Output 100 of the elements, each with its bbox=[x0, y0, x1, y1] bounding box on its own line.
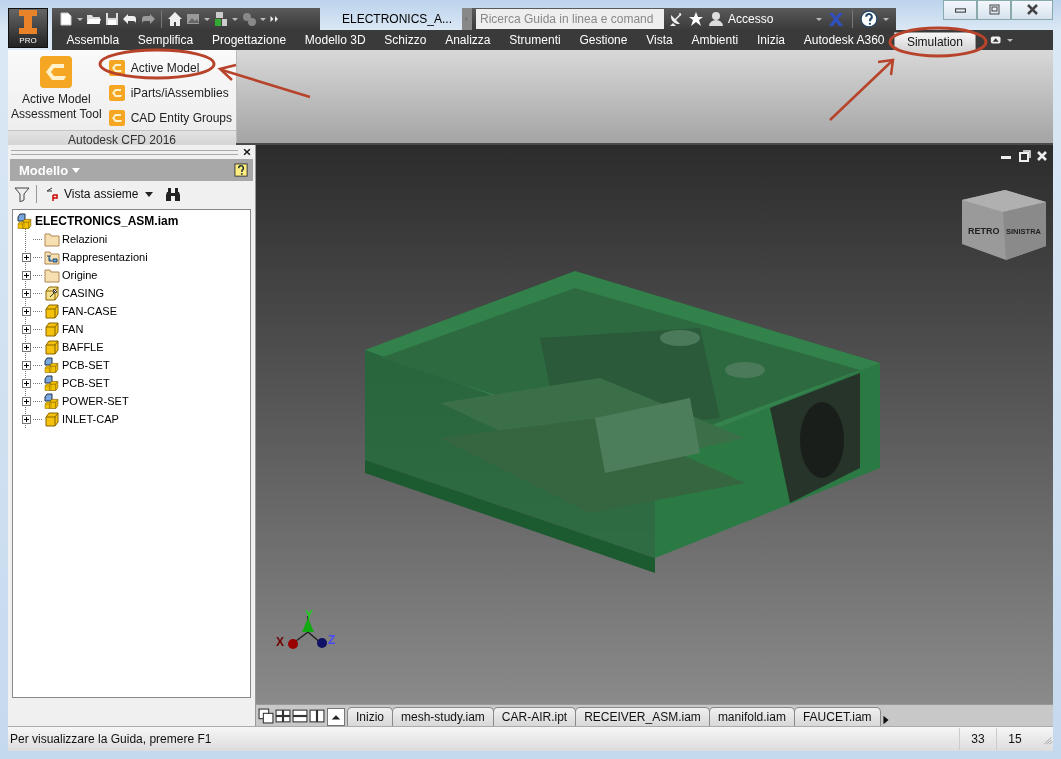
tree-item[interactable]: INLET-CAP bbox=[62, 413, 119, 425]
caret-icon[interactable] bbox=[259, 15, 267, 23]
document-tab[interactable]: RECEIVER_ASM.iam bbox=[575, 707, 710, 726]
tree-item[interactable]: Relazioni bbox=[62, 233, 108, 245]
save-icon[interactable] bbox=[104, 11, 120, 27]
caret-icon[interactable] bbox=[231, 15, 239, 23]
expand-toggle[interactable] bbox=[22, 306, 31, 316]
blocks-icon[interactable] bbox=[213, 11, 229, 27]
horizontal-split-icon[interactable] bbox=[292, 707, 308, 724]
tree-item[interactable]: Rappresentazioni bbox=[62, 251, 148, 263]
help-icon[interactable] bbox=[234, 162, 249, 178]
view-dropdown[interactable]: Vista assieme bbox=[43, 186, 160, 202]
close-button[interactable] bbox=[1011, 0, 1053, 20]
expand-toggle[interactable] bbox=[22, 378, 31, 388]
expand-toggle[interactable] bbox=[22, 414, 31, 424]
picture-icon[interactable] bbox=[185, 11, 201, 27]
ribbon-tab[interactable]: Autodesk A360 bbox=[794, 30, 894, 50]
assembly-icon bbox=[17, 213, 33, 229]
ribbon-tab[interactable]: Strumenti bbox=[499, 30, 571, 50]
new-file-icon[interactable] bbox=[58, 11, 74, 27]
view-cube-face-label[interactable]: RETRO bbox=[968, 226, 1000, 236]
window-title: ELECTRONICS_A... bbox=[342, 12, 454, 26]
close-icon[interactable] bbox=[242, 147, 252, 157]
scroll-up-button[interactable] bbox=[327, 708, 345, 726]
star-icon[interactable] bbox=[688, 11, 704, 27]
minimize-button[interactable] bbox=[943, 0, 977, 20]
expand-toggle[interactable] bbox=[22, 342, 31, 352]
vertical-split-icon[interactable] bbox=[309, 707, 325, 724]
find-icon[interactable] bbox=[165, 186, 182, 202]
cfd-logo-icon bbox=[108, 110, 125, 126]
home-icon[interactable] bbox=[167, 11, 183, 27]
overflow-icon[interactable] bbox=[269, 13, 281, 25]
tree-item[interactable]: POWER-SET bbox=[62, 395, 129, 407]
status-value: 15 bbox=[996, 728, 1033, 750]
part-icon bbox=[44, 411, 60, 427]
caret-icon[interactable] bbox=[815, 15, 824, 23]
restore-icon bbox=[986, 2, 1002, 18]
caret-icon[interactable] bbox=[1005, 36, 1014, 44]
search-field[interactable]: Ricerca Guida in linea e comand bbox=[476, 9, 664, 29]
tree-item[interactable]: FAN-CASE bbox=[62, 305, 117, 317]
ribbon-tab[interactable]: Schizzo bbox=[374, 30, 436, 50]
ribbon-tab[interactable]: Modello 3D bbox=[295, 30, 375, 50]
ribbon-tab[interactable]: Simulation bbox=[893, 32, 976, 50]
part-icon bbox=[44, 339, 60, 355]
ribbon-tab[interactable]: Inizia bbox=[747, 30, 795, 50]
status-value: 33 bbox=[959, 728, 996, 750]
ribbon-tab[interactable]: Semplifica bbox=[128, 30, 203, 50]
document-tab[interactable]: mesh-study.iam bbox=[392, 707, 494, 726]
document-tab[interactable]: CAR-AIR.ipt bbox=[492, 707, 577, 726]
ribbon-tab[interactable]: Assembla bbox=[57, 30, 129, 50]
tree-item[interactable]: PCB-SET bbox=[62, 377, 110, 389]
document-tab[interactable]: Inizio bbox=[347, 707, 393, 726]
tree-item[interactable]: CASING bbox=[62, 287, 105, 299]
expand-toggle[interactable] bbox=[22, 252, 31, 262]
ribbon-tab[interactable]: Gestione bbox=[570, 30, 637, 50]
expand-toggle[interactable] bbox=[22, 324, 31, 334]
annotation-arrow bbox=[829, 58, 895, 121]
ribbon-tab[interactable]: Analizza bbox=[435, 30, 500, 50]
expand-toggle[interactable] bbox=[22, 270, 31, 280]
tree-item[interactable]: Origine bbox=[62, 269, 98, 281]
sign-in-link[interactable]: Accesso bbox=[728, 12, 774, 26]
cascade-windows-icon[interactable] bbox=[258, 707, 274, 724]
ribbon-tab[interactable]: Vista bbox=[636, 30, 683, 50]
tree-item[interactable]: BAFFLE bbox=[62, 341, 104, 353]
caret-icon[interactable] bbox=[203, 15, 211, 23]
assembly-icon bbox=[44, 357, 60, 373]
ribbon-tab[interactable]: Ambienti bbox=[682, 30, 748, 50]
expand-toggle[interactable] bbox=[22, 360, 31, 370]
document-tab[interactable]: manifold.iam bbox=[708, 707, 795, 726]
folder-icon bbox=[44, 267, 60, 283]
tree-item[interactable]: FAN bbox=[62, 323, 84, 335]
assembly-icon bbox=[44, 375, 60, 391]
app-logo-icon bbox=[16, 9, 40, 35]
axis-label: Y bbox=[305, 608, 313, 622]
ribbon-button[interactable]: iParts/iAssemblies bbox=[104, 81, 236, 105]
spheres-icon[interactable] bbox=[241, 11, 257, 27]
tile-windows-icon[interactable] bbox=[275, 707, 291, 724]
view-cube-drawing[interactable] bbox=[962, 190, 1046, 260]
redo-icon[interactable] bbox=[140, 11, 156, 27]
document-tab[interactable]: FAUCET.iam bbox=[793, 707, 881, 726]
restore-icon[interactable] bbox=[1017, 149, 1031, 163]
tree-item[interactable]: PCB-SET bbox=[62, 359, 110, 371]
minimize-icon bbox=[954, 7, 966, 13]
tree-item[interactable]: ELECTRONICS_ASM.iam bbox=[35, 214, 179, 228]
ribbon-button[interactable]: CAD Entity Groups bbox=[104, 106, 236, 130]
caret-icon[interactable] bbox=[882, 15, 891, 23]
filter-icon[interactable] bbox=[14, 186, 30, 202]
status-message: Per visualizzare la Guida, premere F1 bbox=[9, 732, 213, 746]
help-icon[interactable] bbox=[860, 10, 879, 28]
application-menu-button[interactable]: PRO bbox=[8, 8, 48, 48]
satellite-dish-icon[interactable] bbox=[668, 11, 684, 27]
pinned-part-icon bbox=[44, 285, 60, 301]
caret-icon[interactable] bbox=[76, 15, 84, 23]
ribbon-button[interactable]: Active Model bbox=[104, 56, 236, 80]
assessment-tool-button[interactable]: Active Model Assessment Tool bbox=[8, 56, 105, 130]
expand-toggle[interactable] bbox=[22, 396, 31, 406]
expand-toggle[interactable] bbox=[22, 288, 31, 298]
part-icon bbox=[44, 321, 60, 337]
user-icon[interactable] bbox=[708, 11, 724, 27]
ribbon-tab[interactable]: Progettazione bbox=[202, 30, 296, 50]
